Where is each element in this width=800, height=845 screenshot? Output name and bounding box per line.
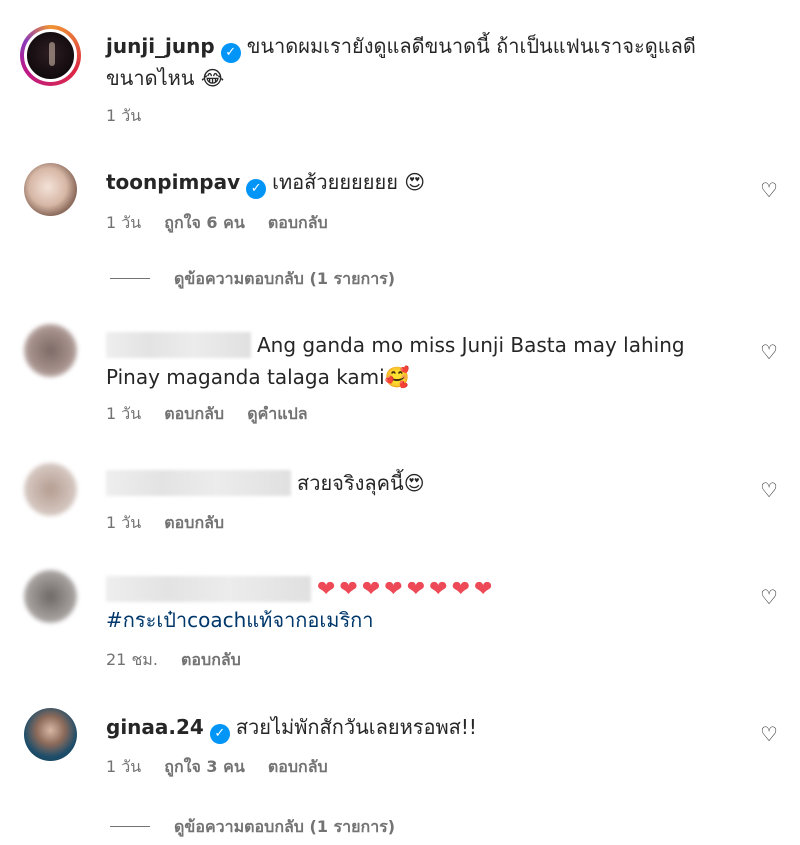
hashtag-link[interactable]: #กระเป๋าcoachแท้จากอเมริกา <box>106 604 374 636</box>
reply-button[interactable]: ตอบกลับ <box>164 404 224 423</box>
timestamp: 1 วัน <box>106 404 142 423</box>
heart-outline-icon[interactable]: ♡ <box>757 722 781 746</box>
comment-meta: 1 วัน ถูกใจ 6 คน ตอบกลับ <box>106 212 346 234</box>
timestamp: 21 ชม. <box>106 650 158 669</box>
comment-text: ginaa.24 ✓ สวยไม่พักสักวันเลยหรอพส!! <box>106 711 477 744</box>
username[interactable]: toonpimpav <box>106 170 240 194</box>
comment-meta: 1 วัน ตอบกลับ <box>106 512 242 534</box>
comment-text: Ang ganda mo miss Junji Basta may lahing <box>106 329 685 361</box>
reply-button[interactable]: ตอบกลับ <box>181 650 241 669</box>
comment-body: ❤❤❤❤❤❤❤❤ <box>317 577 497 602</box>
heart-outline-icon[interactable]: ♡ <box>757 340 781 364</box>
timestamp: 1 วัน <box>106 757 142 776</box>
reply-button[interactable]: ตอบกลับ <box>268 757 328 776</box>
timestamp: 1 วัน <box>106 106 142 125</box>
comment-meta: 1 วัน ถูกใจ 3 คน ตอบกลับ <box>106 756 346 778</box>
comment-text: toonpimpav ✓ เทอส้วยยยยยย 😍 <box>106 166 425 199</box>
comment-body-line1: Ang ganda mo miss Junji Basta may lahing <box>257 333 685 357</box>
comment-meta: 21 ชม. ตอบกลับ <box>106 649 259 671</box>
comment-text: สวยจริงลุคนี้😍 <box>106 467 425 499</box>
avatar[interactable] <box>24 570 77 623</box>
username[interactable]: ginaa.24 <box>106 715 204 739</box>
view-replies-label: ดูข้อความตอบกลับ (1 รายการ) <box>174 817 396 836</box>
verified-badge-icon: ✓ <box>246 179 267 199</box>
comment-meta: 1 วัน ตอบกลับ ดูคำแปล <box>106 403 326 425</box>
comment-text: ❤❤❤❤❤❤❤❤ <box>106 573 496 606</box>
avatar[interactable] <box>24 708 77 761</box>
see-translation-button[interactable]: ดูคำแปล <box>247 404 307 423</box>
verified-badge-icon: ✓ <box>220 43 241 63</box>
avatar-image <box>24 29 77 82</box>
comment-meta: 1 วัน <box>106 105 159 127</box>
divider <box>110 278 150 279</box>
view-replies-button[interactable]: ดูข้อความตอบกลับ (1 รายการ) <box>110 268 395 290</box>
username-redacted <box>106 576 311 602</box>
reply-button[interactable]: ตอบกลับ <box>164 513 224 532</box>
heart-outline-icon[interactable]: ♡ <box>757 585 781 609</box>
comment-body-line1: ขนาดผมเรายังดูแลดีขนาดนี้ ถ้าเป็นแฟนเราจ… <box>246 34 696 58</box>
comment-body-line2: ขนาดไหน 😂 <box>106 66 225 90</box>
comment-body-line2: Pinay maganda talaga kami🥰 <box>106 365 410 389</box>
likes-count[interactable]: ถูกใจ 3 คน <box>164 757 244 776</box>
avatar[interactable] <box>24 163 77 216</box>
view-replies-button[interactable]: ดูข้อความตอบกลับ (1 รายการ) <box>110 816 395 838</box>
divider <box>110 826 150 827</box>
heart-outline-icon[interactable]: ♡ <box>757 178 781 202</box>
username-redacted <box>106 332 251 358</box>
comment-body: เทอส้วยยยยยย 😍 <box>272 170 426 194</box>
username[interactable]: junji_junp <box>106 34 215 58</box>
likes-count[interactable]: ถูกใจ 6 คน <box>164 213 244 232</box>
avatar[interactable] <box>20 25 81 86</box>
heart-outline-icon[interactable]: ♡ <box>757 478 781 502</box>
reply-button[interactable]: ตอบกลับ <box>268 213 328 232</box>
view-replies-label: ดูข้อความตอบกลับ (1 รายการ) <box>174 269 396 288</box>
avatar[interactable] <box>24 463 77 516</box>
comment-body: สวยจริงลุคนี้😍 <box>297 471 425 495</box>
avatar[interactable] <box>24 324 77 377</box>
comment-body: สวยไม่พักสักวันเลยหรอพส!! <box>235 715 477 739</box>
timestamp: 1 วัน <box>106 213 142 232</box>
verified-badge-icon: ✓ <box>209 724 230 744</box>
username-redacted <box>106 470 291 496</box>
timestamp: 1 วัน <box>106 513 142 532</box>
comment-text: junji_junp ✓ ขนาดผมเรายังดูแลดีขนาดนี้ ถ้า… <box>106 30 696 63</box>
